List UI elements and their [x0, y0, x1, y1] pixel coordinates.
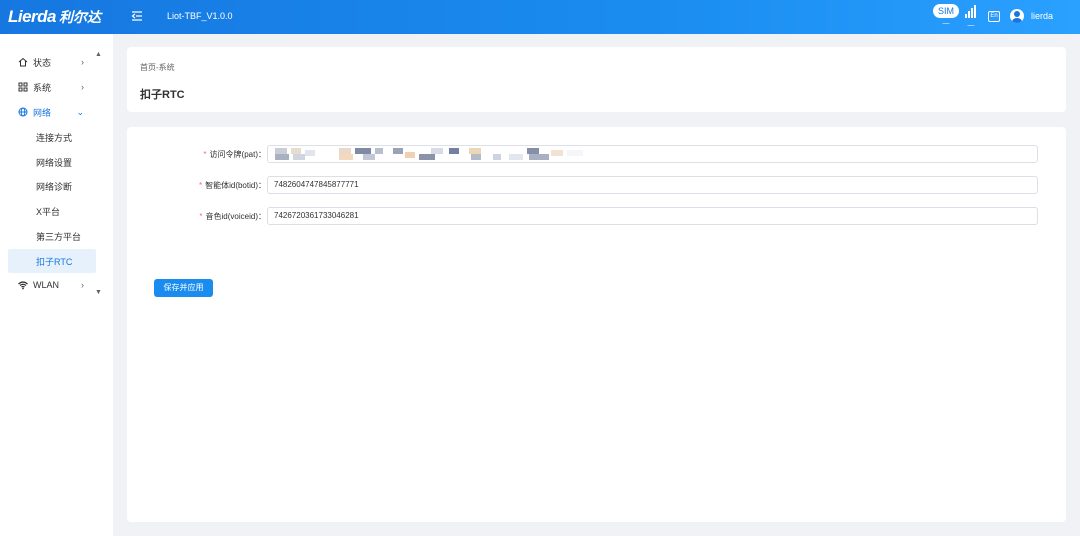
- required-mark: *: [199, 212, 203, 221]
- botid-label: * 智能体id(botid)：: [198, 181, 266, 190]
- signal-status: —: [963, 4, 979, 30]
- top-bar: Lierda 利尔达 Liot-TBF_V1.0.0 SIM — — En li…: [0, 0, 1080, 34]
- chevron-right-icon: ›: [81, 82, 84, 92]
- page-title: 扣子RTC: [140, 89, 185, 101]
- voiceid-input[interactable]: 7426720361733046281: [267, 207, 1038, 225]
- brand-logo: Lierda 利尔达: [8, 7, 101, 29]
- chevron-right-icon: ›: [81, 57, 84, 67]
- chevron-down-icon: ⌄: [76, 106, 84, 117]
- chevron-right-icon: ›: [81, 280, 84, 290]
- sim-value: —: [942, 20, 950, 27]
- logo-text-cn: 利尔达: [59, 9, 102, 25]
- sidebar-subitem-network-diagnostics[interactable]: 网络诊断: [8, 174, 96, 198]
- sidebar-item-wlan[interactable]: WLAN ›: [8, 273, 96, 297]
- sidebar-subitem-coze-rtc[interactable]: 扣子RTC: [8, 249, 96, 273]
- voiceid-label: * 音色id(voiceid)：: [199, 212, 266, 221]
- sidebar-item-system[interactable]: 系统 ›: [8, 75, 96, 99]
- form-row-botid: * 智能体id(botid)： 7482604747845877771: [127, 176, 1066, 194]
- pat-input[interactable]: [267, 145, 1038, 163]
- user-avatar-icon[interactable]: [1010, 9, 1024, 23]
- globe-icon: [18, 107, 28, 117]
- logo-text-en: Lierda: [8, 7, 57, 26]
- app-version: Liot-TBF_V1.0.0: [167, 11, 233, 21]
- wifi-icon: [18, 280, 28, 290]
- sidebar-subitem-third-party-platform[interactable]: 第三方平台: [8, 224, 96, 248]
- sidebar-item-status[interactable]: 状态 ›: [8, 50, 96, 74]
- pat-label: * 访问令牌(pat)：: [203, 150, 266, 159]
- sidebar: ▲ 状态 › 系统 › 网络 ⌄ 连接方式 网络设置 网络诊断 X平台 第三方平…: [0, 34, 113, 536]
- scroll-down-icon[interactable]: ▼: [95, 289, 102, 296]
- signal-value: —: [967, 22, 975, 29]
- required-mark: *: [198, 181, 203, 190]
- required-mark: *: [203, 150, 207, 159]
- form-row-voiceid: * 音色id(voiceid)： 7426720361733046281: [127, 207, 1066, 225]
- username[interactable]: lierda: [1031, 11, 1053, 21]
- botid-input[interactable]: 7482604747845877771: [267, 176, 1038, 194]
- breadcrumb: 首页-系统: [140, 63, 175, 72]
- sim-badge: SIM: [932, 4, 959, 18]
- rtc-settings-form: * 访问令牌(pat)： * 智能体id(botid)： 74826047478…: [127, 127, 1066, 522]
- grid-icon: [18, 82, 28, 92]
- language-switch-button[interactable]: En: [988, 11, 1000, 22]
- menu-collapse-icon[interactable]: [131, 10, 143, 22]
- sidebar-subitem-network-settings[interactable]: 网络设置: [8, 150, 96, 174]
- page-header-card: 首页-系统 扣子RTC: [127, 47, 1066, 112]
- sidebar-subitem-x-platform[interactable]: X平台: [8, 199, 96, 223]
- sidebar-subitem-connection[interactable]: 连接方式: [8, 125, 96, 149]
- redacted-token: [271, 148, 589, 160]
- home-icon: [18, 57, 28, 67]
- sidebar-item-label: WLAN: [33, 280, 60, 290]
- sidebar-item-network[interactable]: 网络 ⌄: [8, 100, 96, 124]
- sidebar-item-label: 系统: [33, 82, 52, 93]
- sim-status: SIM —: [932, 4, 960, 30]
- sidebar-item-label: 网络: [33, 107, 52, 118]
- form-row-pat: * 访问令牌(pat)：: [127, 145, 1066, 163]
- sidebar-item-label: 状态: [33, 57, 52, 68]
- save-and-apply-button[interactable]: 保存并应用: [154, 279, 213, 297]
- scroll-up-icon[interactable]: ▲: [95, 51, 102, 58]
- signal-icon: [963, 4, 979, 18]
